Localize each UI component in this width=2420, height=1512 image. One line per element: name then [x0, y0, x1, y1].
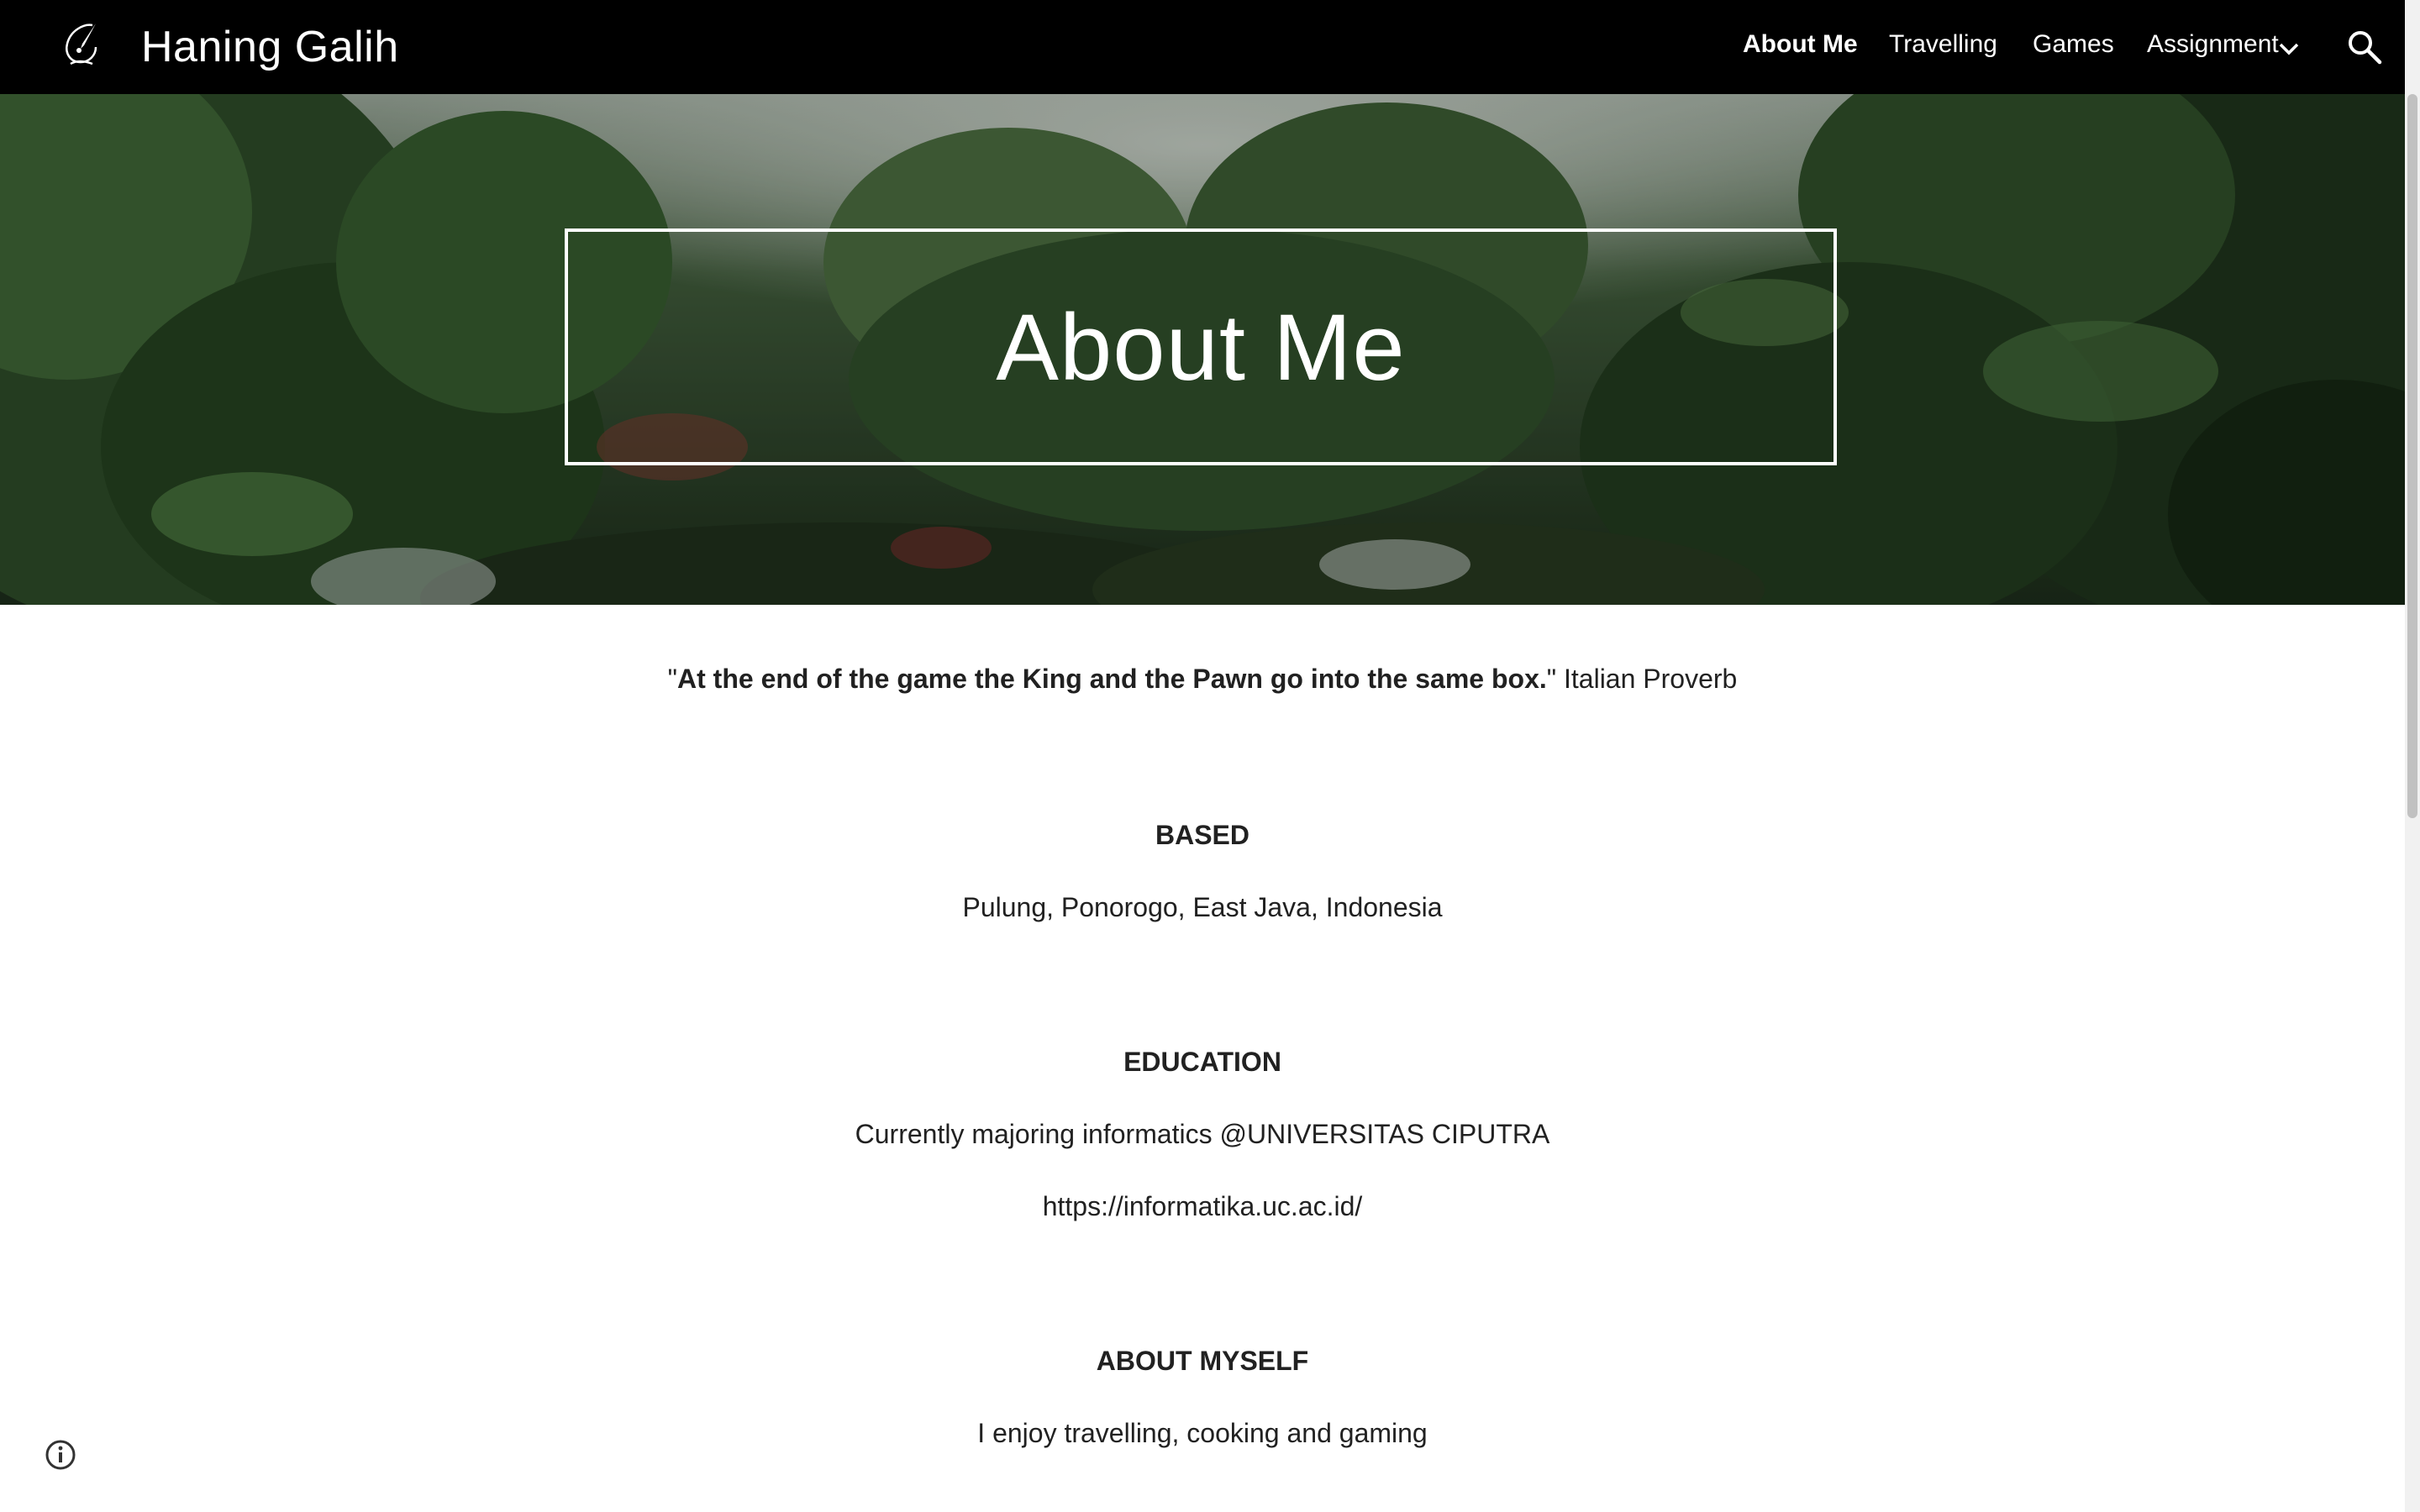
info-icon[interactable] — [44, 1438, 77, 1472]
nav-item-about-me[interactable]: About Me — [1743, 30, 1858, 59]
education-text: Currently majoring informatics @UNIVERSI… — [855, 1119, 1550, 1149]
about-myself-text: I enjoy travelling, cooking and gaming — [977, 1418, 1428, 1448]
search-icon[interactable] — [2346, 29, 2383, 66]
based-location-text: Pulung, Ponorogo, East Java, Indonesia — [962, 892, 1443, 922]
section-heading-about-myself: ABOUT MYSELF — [1096, 1346, 1309, 1376]
quote-text: At the end of the game the King and the … — [677, 664, 1547, 694]
top-navigation-bar: Haning Galih About Me Travelling Games A… — [0, 0, 2405, 94]
quote-open-mark: " — [667, 664, 678, 694]
education-link[interactable]: https://informatika.uc.ac.id/ — [0, 1191, 2405, 1222]
nav-item-assignment[interactable]: Assignment — [2147, 30, 2279, 59]
site-title[interactable]: Haning Galih — [141, 18, 399, 76]
quote-close-mark: " — [1546, 664, 1557, 694]
chevron-down-icon[interactable] — [2277, 37, 2301, 60]
pen-logo-icon[interactable] — [59, 20, 104, 71]
hero-banner: About Me — [0, 94, 2405, 605]
page-title: About Me — [996, 294, 1406, 400]
section-heading-based: BASED — [1155, 820, 1249, 850]
nav-item-games[interactable]: Games — [2033, 30, 2114, 59]
section-heading-education: EDUCATION — [1123, 1047, 1281, 1077]
nav-item-travelling[interactable]: Travelling — [1889, 30, 1997, 59]
scrollbar-thumb[interactable] — [2407, 94, 2417, 818]
quote: "At the end of the game the King and the… — [0, 664, 2405, 695]
quote-attribution: Italian Proverb — [1556, 664, 1738, 694]
